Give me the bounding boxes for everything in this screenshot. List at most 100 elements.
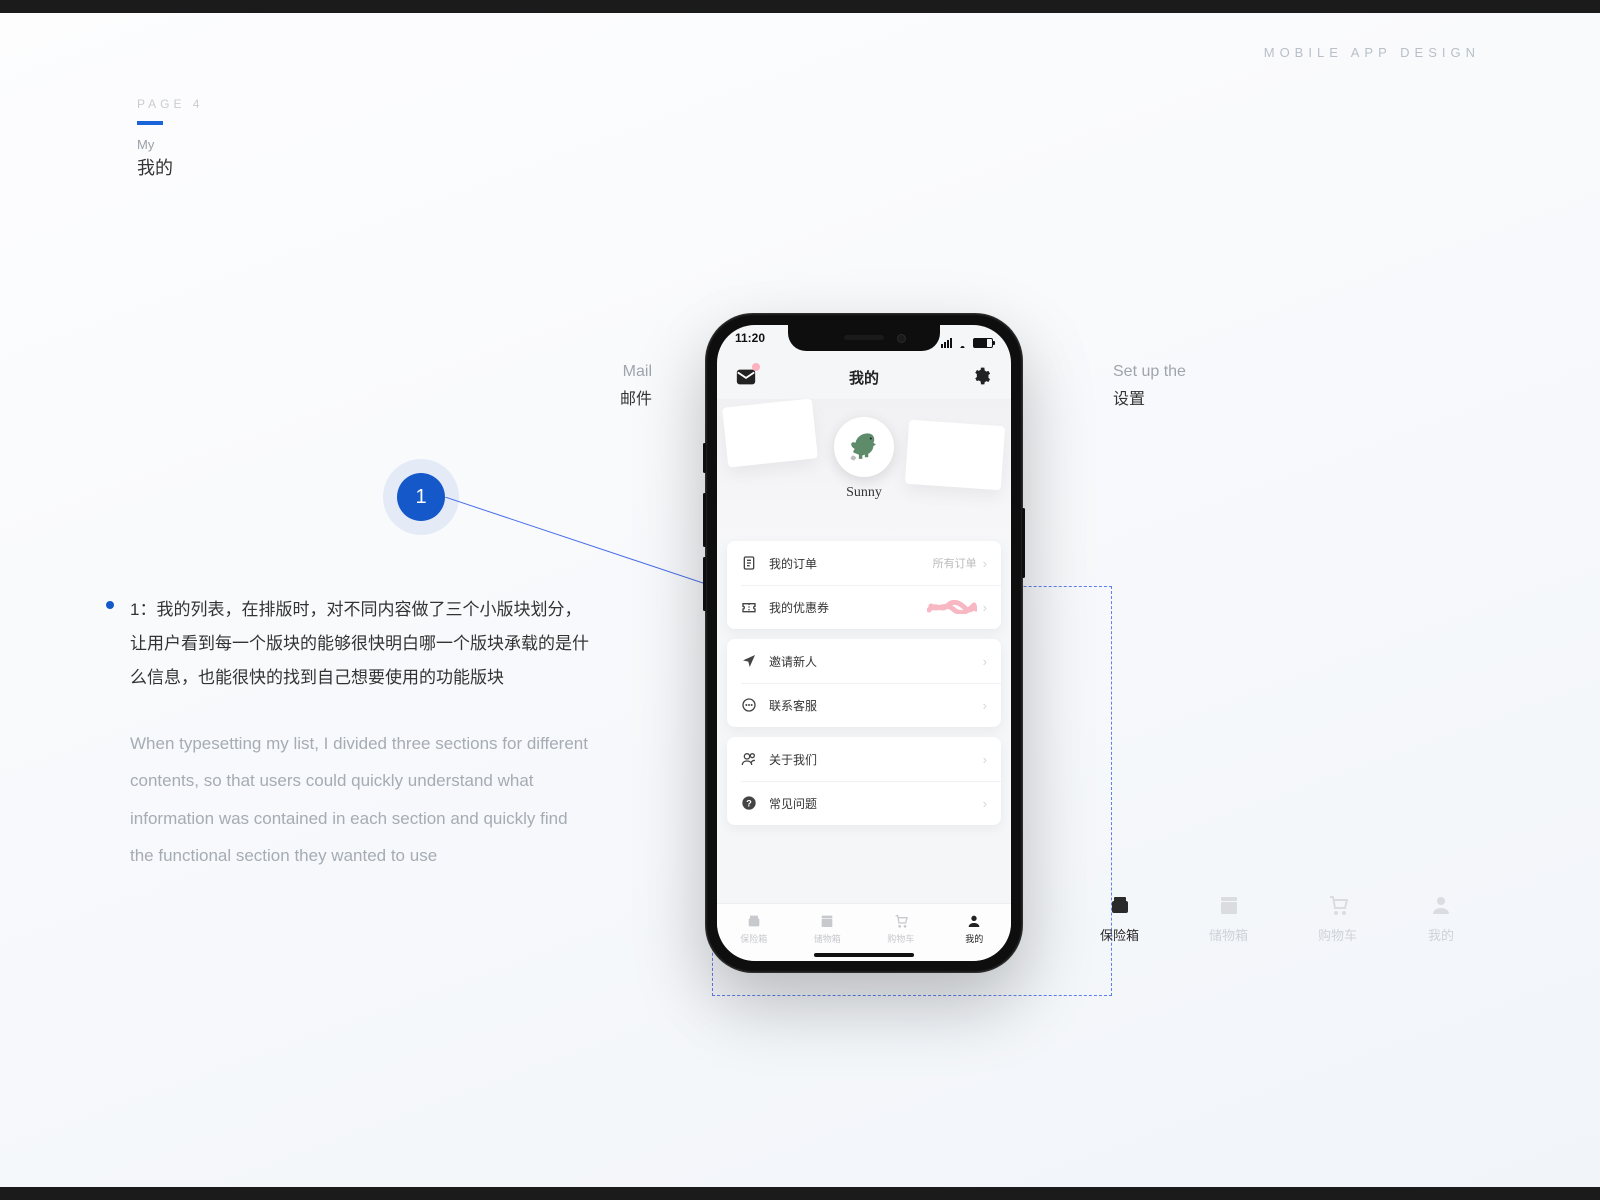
tab-label: 保险箱 [740, 932, 767, 945]
design-canvas: MOBILE APP DESIGN PAGE 4 My 我的 Mail 邮件 S… [0, 13, 1600, 1187]
bullet-icon [106, 601, 114, 609]
tab-bar: 保险箱 储物箱 购物车 我的 [717, 903, 1011, 961]
callout-mail: Mail 邮件 [592, 363, 652, 409]
list-row[interactable]: 联系客服› [727, 683, 1001, 727]
support-icon [741, 697, 757, 713]
annotation-leader-line [445, 497, 745, 597]
status-time: 11:20 [735, 331, 765, 355]
row-label: 邀请新人 [769, 653, 983, 670]
tab-profile-icon[interactable]: 我的 [938, 904, 1012, 953]
wifi-icon [956, 338, 969, 348]
cart-icon [892, 913, 910, 929]
settings-list: 我的订单所有订单›我的优惠券›邀请新人›联系客服›关于我们›?常见问题› [727, 541, 1001, 903]
chevron-right-icon: › [983, 654, 987, 669]
notification-dot-icon [752, 363, 760, 371]
tab-label: 购物车 [887, 932, 914, 945]
list-row[interactable]: ? 常见问题› [727, 781, 1001, 825]
about-icon [741, 751, 757, 767]
page-number: PAGE 4 [137, 97, 203, 111]
profile-icon [965, 913, 983, 929]
device-button [703, 493, 706, 547]
scribble-icon [927, 600, 977, 614]
device-button [703, 557, 706, 611]
tab-locker-icon[interactable]: 储物箱 [791, 904, 865, 953]
row-label: 常见问题 [769, 795, 983, 812]
page-title-en: My [137, 137, 203, 152]
order-icon [741, 555, 757, 571]
safe-icon [1106, 893, 1134, 917]
ext-tab-safe-icon[interactable]: 保险箱 [1100, 893, 1139, 944]
row-aux: 所有订单 [933, 555, 977, 571]
header-label: MOBILE APP DESIGN [1264, 45, 1480, 60]
device-button [703, 443, 706, 473]
row-label: 我的订单 [769, 555, 933, 572]
row-label: 我的优惠券 [769, 599, 927, 616]
list-group: 邀请新人›联系客服› [727, 639, 1001, 727]
safe-icon [745, 913, 763, 929]
username: Sunny [717, 485, 1011, 501]
nav-bar: 我的 [717, 355, 1011, 399]
callout-mail-en: Mail [592, 363, 652, 381]
settings-icon[interactable] [971, 366, 993, 388]
device-notch [788, 325, 940, 351]
chevron-right-icon: › [983, 752, 987, 767]
cart-icon [1324, 893, 1352, 917]
coupon-icon [741, 599, 757, 615]
callout-mail-cn: 邮件 [592, 385, 652, 409]
avatar[interactable] [834, 417, 894, 477]
device-frame: 11:20 我的 Sunn [705, 313, 1023, 973]
invite-icon [741, 653, 757, 669]
profile-icon [1427, 893, 1455, 917]
chevron-right-icon: › [983, 796, 987, 811]
annotation-badge: 1 [397, 473, 445, 521]
tab-label: 储物箱 [814, 932, 841, 945]
callout-settings-cn: 设置 [1113, 385, 1186, 409]
home-indicator [814, 953, 914, 957]
dinosaur-icon [847, 429, 881, 465]
external-tab-bar: 保险箱 储物箱 购物车 我的 [1100, 893, 1455, 944]
signal-icon [941, 338, 952, 348]
annotation-description: 1：我的列表，在排版时，对不同内容做了三个小版块划分，让用户看到每一个版块的能够… [130, 593, 590, 875]
device-button [1022, 508, 1025, 578]
annotation-number: 1 [415, 486, 426, 509]
letterbox-top [0, 0, 1600, 13]
device-screen: 11:20 我的 Sunn [717, 325, 1011, 961]
tab-label: 我的 [965, 932, 983, 945]
ext-tab-label: 购物车 [1318, 925, 1357, 944]
chevron-right-icon: › [983, 698, 987, 713]
row-label: 关于我们 [769, 751, 983, 768]
locker-icon [818, 913, 836, 929]
chevron-right-icon: › [983, 556, 987, 571]
ext-tab-locker-icon[interactable]: 储物箱 [1209, 893, 1248, 944]
row-label: 联系客服 [769, 697, 983, 714]
letterbox-bottom [0, 1187, 1600, 1200]
tab-cart-icon[interactable]: 购物车 [864, 904, 938, 953]
annotation-cn-text: 1：我的列表，在排版时，对不同内容做了三个小版块划分，让用户看到每一个版块的能够… [130, 600, 589, 687]
ext-tab-label: 储物箱 [1209, 925, 1248, 944]
svg-text:?: ? [746, 798, 752, 808]
callout-settings: Set up the 设置 [1113, 363, 1186, 409]
ext-tab-profile-icon[interactable]: 我的 [1427, 893, 1455, 944]
list-row[interactable]: 我的订单所有订单 › [727, 541, 1001, 585]
locker-icon [1215, 893, 1243, 917]
annotation-cn: 1：我的列表，在排版时，对不同内容做了三个小版块划分，让用户看到每一个版块的能够… [130, 593, 590, 695]
tab-safe-icon[interactable]: 保险箱 [717, 904, 791, 953]
list-group: 我的订单所有订单 › 我的优惠券 › [727, 541, 1001, 629]
chevron-right-icon: › [983, 600, 987, 615]
mail-icon[interactable] [735, 366, 757, 388]
list-row[interactable]: 关于我们› [727, 737, 1001, 781]
ext-tab-cart-icon[interactable]: 购物车 [1318, 893, 1357, 944]
page-divider [137, 121, 163, 125]
page-meta: PAGE 4 My 我的 [137, 97, 203, 180]
page-title-cn: 我的 [137, 154, 203, 180]
callout-settings-en: Set up the [1113, 363, 1186, 381]
ext-tab-label: 保险箱 [1100, 925, 1139, 944]
faq-icon: ? [741, 795, 757, 811]
ext-tab-label: 我的 [1428, 925, 1454, 944]
list-row[interactable]: 邀请新人› [727, 639, 1001, 683]
battery-icon [973, 338, 993, 348]
nav-title: 我的 [849, 367, 879, 388]
list-row[interactable]: 我的优惠券 › [727, 585, 1001, 629]
list-group: 关于我们›?常见问题› [727, 737, 1001, 825]
annotation-en: When typesetting my list, I divided thre… [130, 725, 590, 875]
